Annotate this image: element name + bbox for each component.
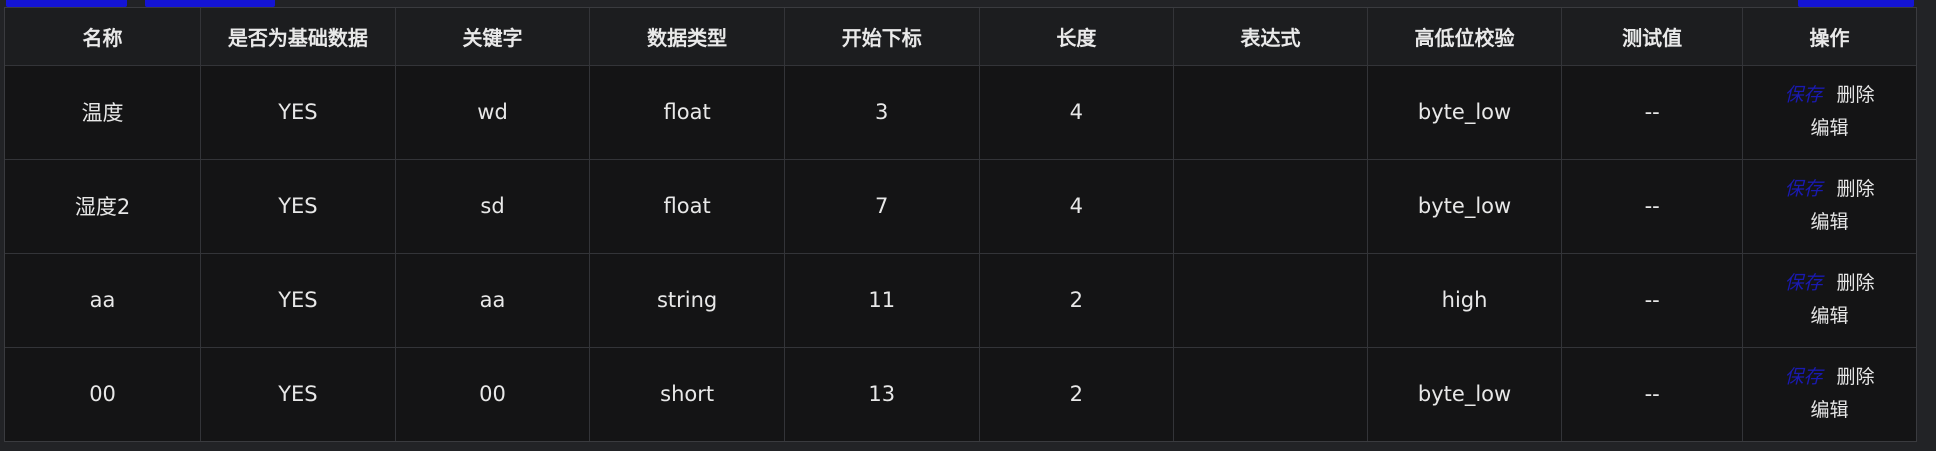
edit-link[interactable]: 编辑 (1810, 117, 1848, 139)
header-start-index: 开始下标 (784, 8, 980, 66)
edit-link[interactable]: 编辑 (1810, 211, 1848, 233)
row-actions: 保存 删除 编辑 (1784, 267, 1874, 333)
cell-byte-order-check: byte_low (1367, 347, 1563, 441)
cell-keyword: aa (395, 253, 591, 348)
header-keyword: 关键字 (395, 8, 591, 66)
page: 名称 是否为基础数据 关键字 数据类型 开始下标 长度 表达式 高低位校验 测试… (0, 0, 1936, 451)
delete-link[interactable]: 删除 (1836, 366, 1874, 388)
save-link[interactable]: 保存 (1784, 178, 1822, 200)
cell-name: 温度 (5, 65, 202, 160)
cell-name: 湿度2 (5, 159, 202, 254)
cell-data-type: short (589, 347, 785, 441)
top-tab-indicator[interactable] (1798, 0, 1914, 7)
table-header-row: 名称 是否为基础数据 关键字 数据类型 开始下标 长度 表达式 高低位校验 测试… (5, 8, 1916, 66)
cell-is-base-data: YES (200, 65, 396, 160)
cell-is-base-data: YES (200, 253, 396, 348)
header-data-type: 数据类型 (589, 8, 785, 66)
cell-data-type: float (589, 159, 785, 254)
cell-actions: 保存 删除 编辑 (1742, 347, 1916, 441)
header-actions: 操作 (1742, 8, 1916, 66)
cell-actions: 保存 删除 编辑 (1742, 159, 1916, 254)
header-is-base-data: 是否为基础数据 (200, 8, 396, 66)
save-link[interactable]: 保存 (1784, 84, 1822, 106)
header-expression: 表达式 (1173, 8, 1368, 66)
cell-name: aa (5, 253, 202, 348)
cell-actions: 保存 删除 编辑 (1742, 253, 1916, 348)
edit-link[interactable]: 编辑 (1810, 305, 1848, 327)
cell-expression (1173, 65, 1368, 160)
top-tab-indicator[interactable] (6, 0, 127, 7)
table-row: 00 YES 00 short 13 2 byte_low -- 保存 删除 编辑 (5, 347, 1916, 441)
delete-link[interactable]: 删除 (1836, 272, 1874, 294)
row-actions: 保存 删除 编辑 (1784, 173, 1874, 239)
cell-byte-order-check: high (1367, 253, 1563, 348)
save-link[interactable]: 保存 (1784, 272, 1822, 294)
cell-keyword: 00 (395, 347, 591, 441)
cell-expression (1173, 159, 1368, 254)
table-row: 温度 YES wd float 3 4 byte_low -- 保存 删除 编辑 (5, 65, 1916, 160)
cell-length: 2 (979, 253, 1175, 348)
row-actions: 保存 删除 编辑 (1784, 79, 1874, 145)
cell-byte-order-check: byte_low (1367, 65, 1563, 160)
header-test-value: 测试值 (1561, 8, 1743, 66)
cell-test-value: -- (1561, 159, 1743, 254)
cell-test-value: -- (1561, 347, 1743, 441)
top-tab-indicator[interactable] (145, 0, 275, 7)
row-actions: 保存 删除 编辑 (1784, 361, 1874, 427)
cell-start-index: 13 (784, 347, 980, 441)
cell-test-value: -- (1561, 65, 1743, 160)
cell-is-base-data: YES (200, 347, 396, 441)
cell-expression (1173, 253, 1368, 348)
cell-expression (1173, 347, 1368, 441)
cell-test-value: -- (1561, 253, 1743, 348)
cell-actions: 保存 删除 编辑 (1742, 65, 1916, 160)
save-link[interactable]: 保存 (1784, 366, 1822, 388)
cell-data-type: string (589, 253, 785, 348)
cell-length: 4 (979, 65, 1175, 160)
cell-start-index: 7 (784, 159, 980, 254)
cell-data-type: float (589, 65, 785, 160)
delete-link[interactable]: 删除 (1836, 178, 1874, 200)
delete-link[interactable]: 删除 (1836, 84, 1874, 106)
cell-length: 4 (979, 159, 1175, 254)
cell-start-index: 11 (784, 253, 980, 348)
cell-start-index: 3 (784, 65, 980, 160)
header-length: 长度 (979, 8, 1175, 66)
header-byte-order-check: 高低位校验 (1367, 8, 1563, 66)
cell-name: 00 (5, 347, 202, 441)
edit-link[interactable]: 编辑 (1810, 399, 1848, 421)
table-row: 湿度2 YES sd float 7 4 byte_low -- 保存 删除 编辑 (5, 159, 1916, 254)
table-row: aa YES aa string 11 2 high -- 保存 删除 编辑 (5, 253, 1916, 348)
cell-length: 2 (979, 347, 1175, 441)
cell-keyword: wd (395, 65, 591, 160)
data-fields-table-container: 名称 是否为基础数据 关键字 数据类型 开始下标 长度 表达式 高低位校验 测试… (4, 7, 1917, 442)
data-fields-table: 名称 是否为基础数据 关键字 数据类型 开始下标 长度 表达式 高低位校验 测试… (5, 8, 1916, 441)
cell-keyword: sd (395, 159, 591, 254)
cell-is-base-data: YES (200, 159, 396, 254)
header-name: 名称 (5, 8, 202, 66)
cell-byte-order-check: byte_low (1367, 159, 1563, 254)
